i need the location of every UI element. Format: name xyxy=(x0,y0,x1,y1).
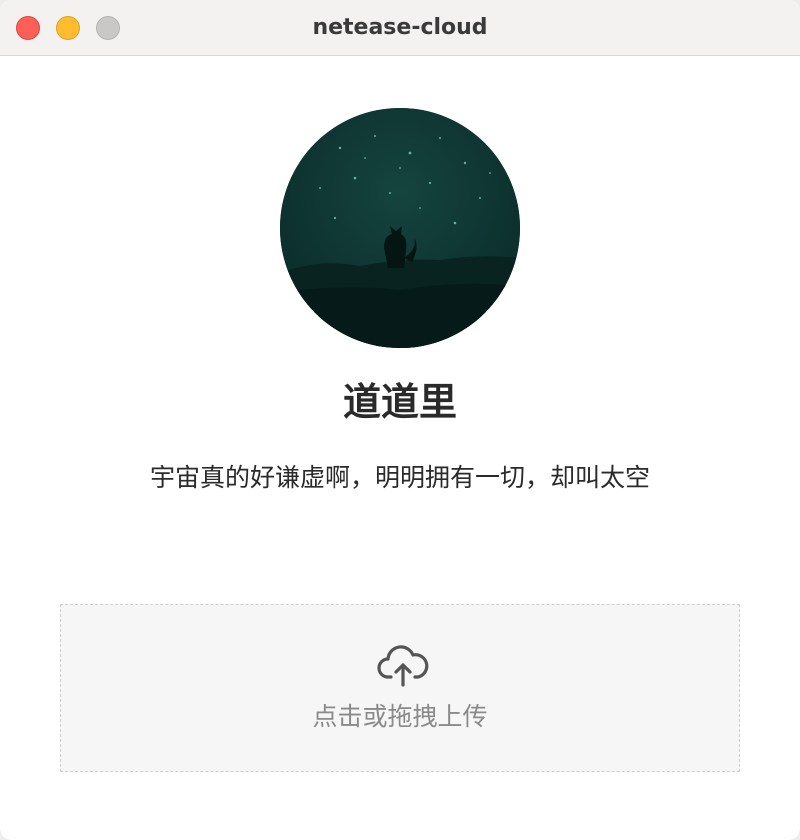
username: 道道里 xyxy=(342,380,457,424)
upload-dropzone[interactable]: 点击或拖拽上传 xyxy=(60,604,740,772)
upload-label: 点击或拖拽上传 xyxy=(312,702,488,731)
avatar[interactable] xyxy=(280,108,520,348)
app-window: netease-cloud 道道里 宇宙真的好谦虚啊，明明拥有一切，却叫太空 点… xyxy=(0,0,800,840)
user-bio: 宇宙真的好谦虚啊，明明拥有一切，却叫太空 xyxy=(149,463,650,492)
cloud-upload-icon xyxy=(377,645,429,687)
window-title: netease-cloud xyxy=(312,15,488,40)
title-bar: netease-cloud xyxy=(0,0,800,56)
starry-night-fox-avatar-icon xyxy=(280,108,520,348)
